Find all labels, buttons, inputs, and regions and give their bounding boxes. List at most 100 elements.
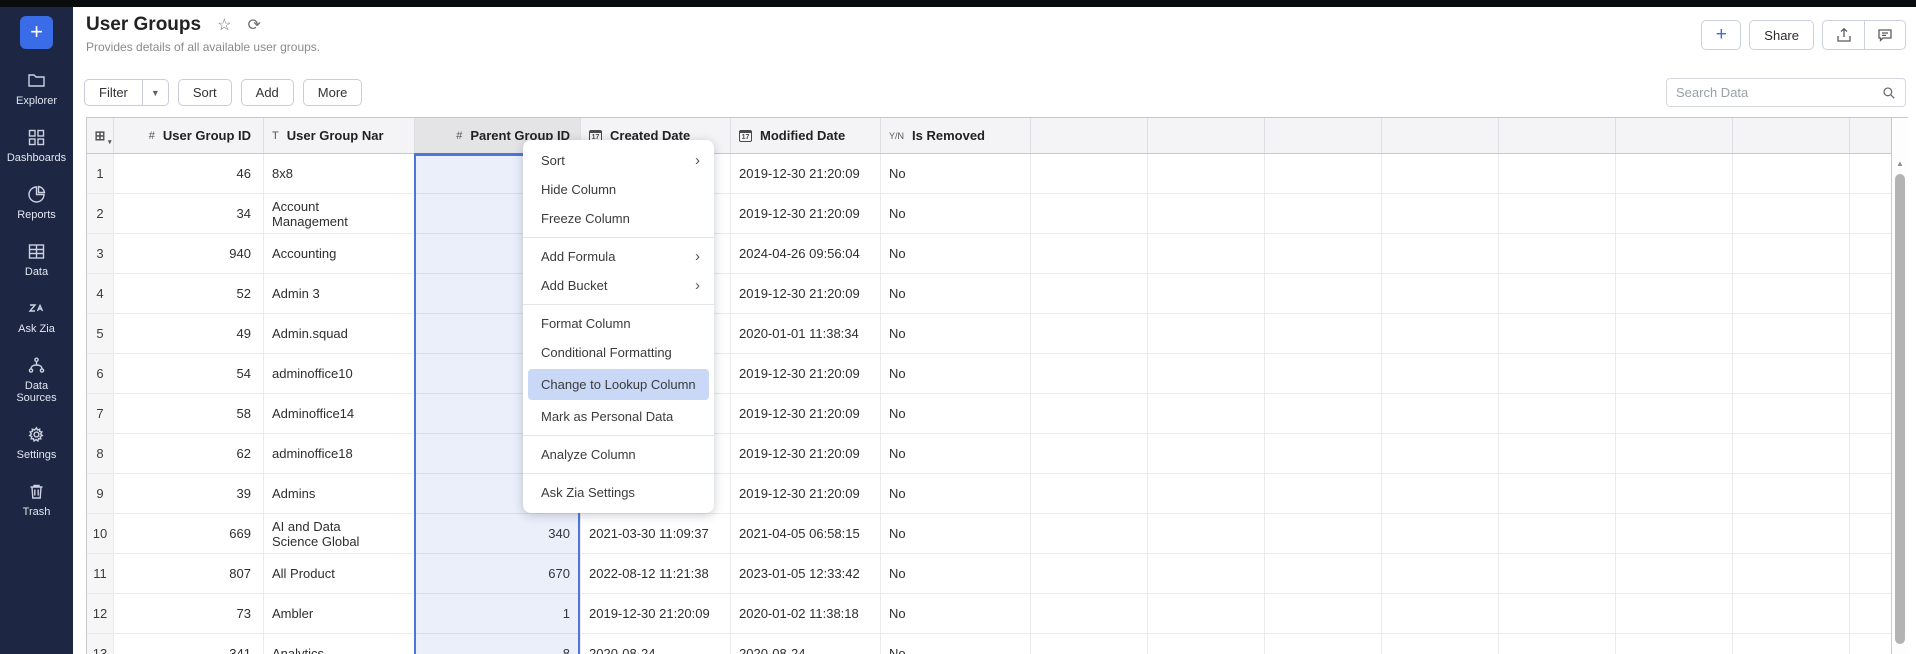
table-cell[interactable]: 2019-12-30 21:20:09 [731,194,881,233]
search-input[interactable] [1676,85,1882,100]
add-view-button[interactable]: + [1701,20,1741,50]
add-button[interactable]: Add [241,79,294,106]
more-button[interactable]: More [303,79,363,106]
table-cell[interactable]: 8 [415,634,581,654]
table-cell[interactable]: All Product [264,554,415,593]
sidebar-item-ask-zia[interactable]: Ask Zia [0,299,73,335]
table-cell[interactable]: 940 [114,234,264,273]
table-cell[interactable]: 340 [415,514,581,553]
table-cell[interactable]: 2019-12-30 21:20:09 [581,594,731,633]
row-number-cell[interactable]: 11 [87,554,114,593]
menu-item-ask-zia-settings[interactable]: Ask Zia Settings [523,478,714,507]
table-cell[interactable]: No [881,194,1031,233]
comments-button[interactable] [1864,21,1905,49]
favorite-star-icon[interactable]: ☆ [217,15,231,35]
column-header-modified-date[interactable]: 17Modified Date [731,118,881,153]
table-cell[interactable]: 2022-08-12 11:21:38 [581,554,731,593]
menu-item-add-bucket[interactable]: Add Bucket› [523,271,714,300]
column-header-is-removed[interactable]: Y/NIs Removed [881,118,1031,153]
table-cell[interactable]: 2020-01-01 11:38:34 [731,314,881,353]
menu-item-add-formula[interactable]: Add Formula› [523,242,714,271]
share-button[interactable]: Share [1749,20,1814,50]
row-number-cell[interactable]: 8 [87,434,114,473]
refresh-icon[interactable]: ⟳ [247,15,260,35]
table-cell[interactable]: adminoffice18 [264,434,415,473]
table-cell[interactable]: 2019-12-30 21:20:09 [731,354,881,393]
table-cell[interactable]: 2021-03-30 11:09:37 [581,514,731,553]
menu-item-freeze-column[interactable]: Freeze Column [523,204,714,233]
filter-button[interactable]: Filter [84,79,143,106]
table-cell[interactable]: adminoffice10 [264,354,415,393]
table-cell[interactable]: 2023-01-05 12:33:42 [731,554,881,593]
table-cell[interactable]: No [881,314,1031,353]
table-cell[interactable]: 39 [114,474,264,513]
table-cell[interactable]: 49 [114,314,264,353]
table-cell[interactable]: No [881,154,1031,193]
table-cell[interactable]: No [881,354,1031,393]
create-new-button[interactable]: + [20,16,53,49]
row-number-cell[interactable]: 7 [87,394,114,433]
sidebar-item-data-sources[interactable]: Data Sources [0,356,73,404]
table-cell[interactable]: No [881,434,1031,473]
table-cell[interactable]: Analytics [264,634,415,654]
column-header-user-group-nar[interactable]: TUser Group Nar [264,118,415,153]
table-cell[interactable]: Account Management [264,194,415,233]
table-cell[interactable]: 2019-12-30 21:20:09 [731,154,881,193]
table-cell[interactable]: Admin.squad [264,314,415,353]
table-cell[interactable]: 2019-12-30 21:20:09 [731,394,881,433]
table-cell[interactable]: No [881,274,1031,313]
row-number-cell[interactable]: 1 [87,154,114,193]
table-cell[interactable]: No [881,634,1031,654]
row-number-cell[interactable]: 2 [87,194,114,233]
table-cell[interactable]: 1 [415,594,581,633]
table-cell[interactable]: 2024-04-26 09:56:04 [731,234,881,273]
row-number-cell[interactable]: 10 [87,514,114,553]
table-cell[interactable]: No [881,594,1031,633]
table-cell[interactable]: No [881,234,1031,273]
table-cell[interactable]: No [881,554,1031,593]
menu-item-sort[interactable]: Sort› [523,146,714,175]
scroll-up-arrow[interactable]: ▲ [1892,156,1908,172]
table-cell[interactable]: No [881,474,1031,513]
menu-item-analyze-column[interactable]: Analyze Column [523,440,714,469]
table-cell[interactable]: 62 [114,434,264,473]
table-cell[interactable]: 46 [114,154,264,193]
menu-item-format-column[interactable]: Format Column [523,309,714,338]
table-cell[interactable]: 341 [114,634,264,654]
table-cell[interactable]: 2021-04-05 06:58:15 [731,514,881,553]
row-number-cell[interactable]: 5 [87,314,114,353]
column-header-user-group-id[interactable]: #User Group ID [114,118,264,153]
table-cell[interactable]: 807 [114,554,264,593]
sidebar-item-explorer[interactable]: Explorer [0,71,73,107]
table-cell[interactable]: Accounting [264,234,415,273]
table-cell[interactable]: Admin 3 [264,274,415,313]
sidebar-item-reports[interactable]: Reports [0,185,73,221]
table-cell[interactable]: 670 [415,554,581,593]
table-cell[interactable]: AI and Data Science Global [264,514,415,553]
column-header-select-all[interactable]: ⊞▾ [87,118,114,153]
sort-button[interactable]: Sort [178,79,232,106]
menu-item-conditional-formatting[interactable]: Conditional Formatting [523,338,714,367]
table-cell[interactable]: 2020-08-24 [581,634,731,654]
filter-caret-button[interactable]: ▼ [143,79,169,106]
menu-item-change-to-lookup-column[interactable]: Change to Lookup Column [528,369,709,400]
table-cell[interactable]: Ambler [264,594,415,633]
table-cell[interactable]: 52 [114,274,264,313]
table-cell[interactable]: 54 [114,354,264,393]
table-cell[interactable]: 73 [114,594,264,633]
table-cell[interactable]: 2020-01-02 11:38:18 [731,594,881,633]
sidebar-item-data[interactable]: Data [0,242,73,278]
row-number-cell[interactable]: 9 [87,474,114,513]
menu-item-mark-as-personal-data[interactable]: Mark as Personal Data [523,402,714,431]
table-cell[interactable]: 34 [114,194,264,233]
table-cell[interactable]: Adminoffice14 [264,394,415,433]
scrollbar-thumb[interactable] [1895,174,1905,644]
table-cell[interactable]: 2020-08-24 [731,634,881,654]
row-number-cell[interactable]: 3 [87,234,114,273]
table-cell[interactable]: 2019-12-30 21:20:09 [731,434,881,473]
export-button[interactable] [1823,21,1864,49]
row-number-cell[interactable]: 13 [87,634,114,654]
row-number-cell[interactable]: 12 [87,594,114,633]
sidebar-item-trash[interactable]: Trash [0,482,73,518]
row-number-cell[interactable]: 6 [87,354,114,393]
